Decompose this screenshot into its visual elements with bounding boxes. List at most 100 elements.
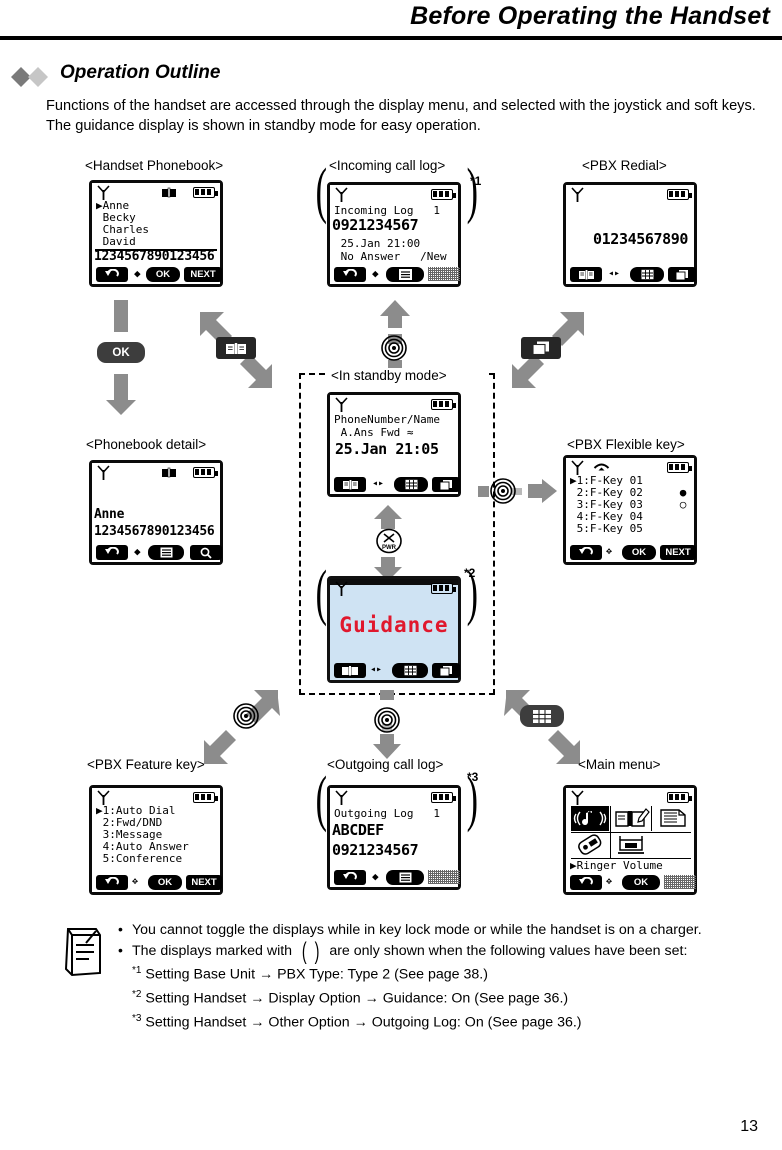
- page-icon: [439, 665, 452, 676]
- redial-icon: [579, 547, 593, 555]
- phonebook-icon: [342, 480, 358, 490]
- status-bar: [333, 581, 456, 596]
- phonebook-icon: [226, 342, 246, 354]
- nav-up-down-icon: ◆: [372, 267, 379, 280]
- softkey-phonebook[interactable]: [570, 267, 602, 282]
- softkey-ok[interactable]: OK: [622, 875, 660, 890]
- optional-right-bracket: ): [466, 559, 479, 627]
- softkey-bar: ◆ OK NEXT: [94, 267, 222, 282]
- caption-pbx-feature-key: <PBX Feature key>: [87, 757, 205, 772]
- menu-icon-handset[interactable]: [571, 833, 609, 858]
- caption-in-standby-mode: <In standby mode>: [331, 368, 447, 383]
- note-star-1: *1 Setting Base Unit → PBX Type: Type 2 …: [132, 961, 768, 985]
- softkey-bar: ◆: [94, 545, 222, 560]
- note-bullet-2: The displays marked with ( ) are only sh…: [118, 939, 768, 963]
- softkey-keypad[interactable]: [394, 477, 428, 492]
- nav-up-down-icon: ◆: [134, 545, 141, 558]
- header-rule: [0, 36, 782, 40]
- optional-left-bracket: (: [315, 765, 328, 833]
- transition-key-phonebook[interactable]: [216, 337, 256, 359]
- phonebook-status-icon: [162, 187, 176, 198]
- log-number: 0921234567: [332, 216, 419, 234]
- softkey-ok[interactable]: OK: [622, 545, 656, 560]
- battery-icon: [193, 792, 218, 803]
- note-pad-icon: [64, 928, 101, 977]
- softkey-bar: ◂▸: [332, 477, 460, 492]
- screen-incoming-call-log: Incoming Log 1 0921234567 25.Jan 21:00 N…: [327, 182, 461, 287]
- softkey-redial[interactable]: [96, 545, 128, 560]
- redial-icon: [105, 547, 119, 555]
- joystick-icon: [374, 707, 400, 733]
- menu-icon-ringer[interactable]: [571, 806, 609, 831]
- status-bar: [569, 790, 692, 805]
- diamond-bullet-icon: [11, 67, 48, 87]
- optional-left-bracket: (: [315, 559, 328, 627]
- nav-up-down-icon: ◆: [134, 267, 141, 280]
- softkey-redial[interactable]: [334, 267, 366, 282]
- menu-icon-folder[interactable]: [653, 806, 691, 831]
- page-icon: [675, 269, 688, 280]
- transition-key-page[interactable]: [521, 337, 561, 359]
- antenna-icon: [335, 397, 348, 412]
- antenna-icon: [97, 465, 110, 480]
- softkey-redial[interactable]: [96, 267, 128, 282]
- caption-pbx-redial: <PBX Redial>: [582, 158, 667, 173]
- transition-key-ok[interactable]: OK: [97, 342, 145, 363]
- status-bar: [333, 397, 456, 412]
- softkey-keypad[interactable]: [630, 267, 664, 282]
- list-item: 5:F-Key 05: [570, 522, 643, 535]
- search-icon: [200, 547, 212, 559]
- softkey-blank: [664, 875, 696, 889]
- nav-left-right-icon: ◂▸: [370, 664, 383, 675]
- softkey-ok[interactable]: OK: [146, 267, 180, 282]
- softkey-next[interactable]: NEXT: [660, 545, 696, 560]
- softkey-page[interactable]: [432, 477, 460, 492]
- softkey-phonebook[interactable]: [334, 477, 366, 492]
- softkey-redial[interactable]: [570, 875, 602, 890]
- softkey-page[interactable]: [432, 663, 460, 678]
- log-title: Outgoing Log 1: [334, 807, 440, 820]
- screen-handset-phonebook: ▶Anne Becky Charles David 12345678901234…: [89, 180, 223, 287]
- menu-icon: [398, 269, 412, 280]
- keypad-icon: [533, 709, 551, 723]
- contact-name: Anne: [94, 507, 125, 522]
- folder-icon: [660, 809, 686, 827]
- list-item: David: [96, 235, 136, 248]
- transition-key-keypad[interactable]: [520, 705, 564, 727]
- softkey-next[interactable]: NEXT: [184, 267, 222, 282]
- softkey-book[interactable]: [334, 663, 366, 678]
- battery-icon: [431, 583, 456, 594]
- contact-number: 1234567890123456: [94, 524, 215, 539]
- menu-icon-base-unit[interactable]: [612, 833, 650, 858]
- log-status: No Answer /New: [334, 250, 447, 263]
- softkey-menu[interactable]: [148, 545, 184, 560]
- menu-icon: [399, 872, 411, 883]
- softkey-bar: ✥ OK NEXT: [568, 545, 696, 560]
- softkey-bar: ◂▸: [332, 663, 460, 678]
- screen-in-standby-mode: PhoneNumber/Name A.Ans Fwd ≈ 25.Jan 21:0…: [327, 392, 461, 497]
- redial-icon: [105, 877, 119, 885]
- screen-pbx-feature-key: ▶1:Auto Dial 2:Fwd/DND 3:Message 4:Auto …: [89, 785, 223, 895]
- nav-up-down-icon: ◆: [372, 870, 379, 883]
- log-number: 0921234567: [332, 841, 419, 859]
- screen-guidance: Guidance ◂▸: [327, 576, 461, 683]
- softkey-redial[interactable]: [334, 870, 366, 885]
- softkey-keypad[interactable]: [392, 663, 428, 678]
- softkey-menu[interactable]: [386, 870, 424, 885]
- softkey-redial[interactable]: [96, 875, 128, 890]
- softkey-page[interactable]: [668, 267, 696, 282]
- softkey-menu[interactable]: [386, 267, 424, 282]
- softkey-next[interactable]: NEXT: [186, 875, 222, 890]
- softkey-blank: [428, 870, 460, 884]
- screen-main-menu: ▶Ringer Volume ✥ OK: [563, 785, 697, 895]
- softkey-ok[interactable]: OK: [148, 875, 182, 890]
- softkey-search[interactable]: [190, 545, 222, 560]
- softkey-redial[interactable]: [570, 545, 602, 560]
- list-item: 5:Conference: [96, 852, 183, 865]
- page-title: Before Operating the Handset: [410, 2, 770, 30]
- caption-outgoing-call-log: <Outgoing call log>: [327, 757, 444, 772]
- menu-icon-phonebook-edit[interactable]: [612, 806, 650, 831]
- nav-left-right-icon: ◂▸: [372, 478, 385, 489]
- guidance-text: Guidance: [339, 613, 449, 637]
- caption-pbx-flexible-key: <PBX Flexible key>: [567, 437, 685, 452]
